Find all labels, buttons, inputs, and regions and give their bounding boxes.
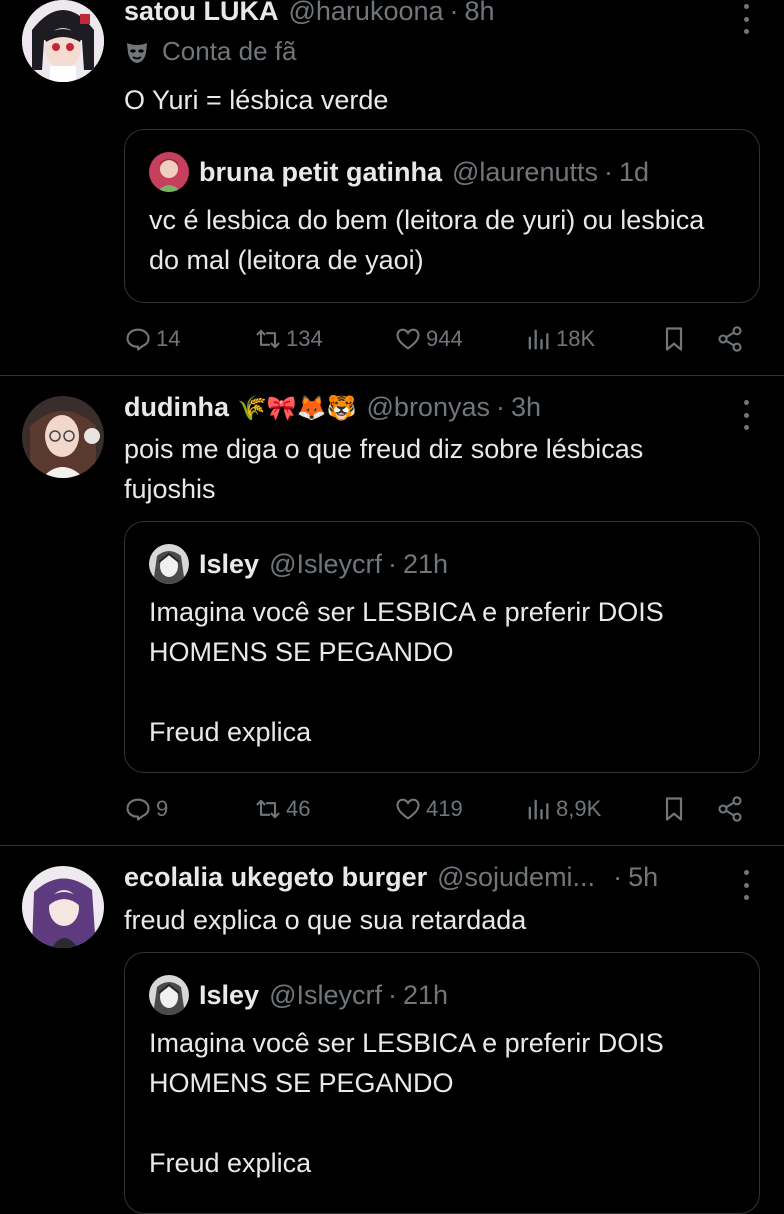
quoted-handle: @laurenutts	[452, 156, 598, 187]
bookmark-icon	[665, 327, 683, 351]
quoted-header: Isley @Isleycrf · 21h	[149, 544, 448, 584]
separator-dot: ·	[495, 392, 505, 422]
quoted-text: vc é lesbica do bem (leitora de yuri) ou…	[149, 205, 705, 275]
avatar[interactable]	[22, 866, 104, 948]
action-bar: 14 134 944 18K	[124, 319, 754, 359]
post-2[interactable]: dudinha 🌾🎀🦊🐯 @bronyas · 3h pois me diga …	[0, 376, 784, 845]
display-name[interactable]: satou LUKA	[124, 0, 279, 27]
quoted-text-line2: Freud explica	[149, 1148, 312, 1178]
repost-button[interactable]: 46	[254, 789, 310, 829]
repost-count: 134	[286, 326, 323, 351]
bookmark-button[interactable]	[660, 319, 688, 359]
separator-dot: ·	[387, 548, 397, 579]
quoted-header: Isley @Isleycrf · 21h	[149, 975, 448, 1015]
quoted-text-line1: Imagina você ser LESBICA e preferir DOIS…	[149, 597, 664, 667]
quoted-handle: @Isleycrf	[269, 979, 382, 1010]
views-icon	[528, 799, 549, 820]
fan-account-badge: Conta de fã	[124, 36, 296, 67]
avatar[interactable]	[22, 396, 104, 478]
views-icon	[528, 329, 549, 350]
quoted-display-name: Isley	[199, 548, 260, 579]
avatar-image	[22, 396, 104, 478]
post-3[interactable]: ecolalia ukegeto burger @sojudemi... · 5…	[0, 846, 784, 1214]
like-button[interactable]: 419	[394, 789, 463, 829]
share-button[interactable]	[716, 789, 744, 829]
user-handle[interactable]: @harukoona	[289, 0, 444, 27]
quoted-post[interactable]: Isley @Isleycrf · 21h Imagina você ser L…	[124, 521, 760, 773]
display-name[interactable]: dudinha	[124, 392, 229, 423]
avatar-image	[22, 866, 104, 948]
repost-button[interactable]: 134	[254, 319, 323, 359]
reply-icon	[126, 328, 150, 351]
post-header: satou LUKA @harukoona · 8h	[124, 0, 724, 32]
name-emoji: 🌾🎀🦊🐯	[236, 395, 357, 422]
post-text: freud explica o que sua retardada	[124, 905, 527, 935]
quoted-avatar	[149, 544, 189, 584]
share-icon	[718, 326, 742, 352]
separator-dot: ·	[603, 156, 613, 187]
like-count: 419	[426, 796, 463, 821]
reply-count: 9	[156, 796, 169, 821]
more-options-icon[interactable]	[742, 400, 750, 430]
heart-icon	[396, 328, 420, 350]
more-options-icon[interactable]	[742, 4, 750, 34]
action-bar: 9 46 419 8,9K	[124, 789, 754, 829]
timestamp[interactable]: 3h	[511, 392, 541, 423]
separator-dot: ·	[387, 979, 397, 1010]
avatar-image	[22, 0, 104, 82]
views-button[interactable]: 18K	[524, 319, 595, 359]
separator-dot: ·	[449, 0, 459, 26]
display-name[interactable]: ecolalia ukegeto burger	[124, 862, 427, 893]
views-button[interactable]: 8,9K	[524, 789, 601, 829]
like-count: 944	[426, 326, 463, 351]
quoted-display-name: Isley	[199, 979, 260, 1010]
quoted-display-name: bruna petit gatinha	[199, 156, 442, 187]
share-icon	[718, 796, 742, 822]
quoted-text-line2: Freud explica	[149, 717, 312, 747]
post-header: ecolalia ukegeto burger @sojudemi... · 5…	[124, 862, 724, 898]
reply-count: 14	[156, 326, 181, 351]
quoted-handle: @Isleycrf	[269, 548, 382, 579]
repost-icon	[256, 329, 280, 349]
post-header: dudinha 🌾🎀🦊🐯 @bronyas · 3h	[124, 392, 724, 428]
post-text: O Yuri = lésbica verde	[124, 85, 389, 115]
quoted-avatar	[149, 975, 189, 1015]
quoted-timestamp: 1d	[618, 156, 650, 187]
heart-icon	[396, 798, 420, 820]
repost-count: 46	[286, 796, 311, 821]
quoted-timestamp: 21h	[402, 979, 449, 1010]
repost-icon	[256, 799, 280, 819]
separator-dot: ·	[613, 862, 623, 892]
share-button[interactable]	[716, 319, 744, 359]
user-handle[interactable]: @sojudemi...	[437, 862, 595, 893]
bookmark-icon	[665, 797, 683, 821]
bookmark-button[interactable]	[660, 789, 688, 829]
quoted-header: bruna petit gatinha @laurenutts · 1d	[149, 152, 649, 192]
like-button[interactable]: 944	[394, 319, 463, 359]
reply-icon	[126, 798, 150, 821]
views-count: 18K	[556, 326, 596, 351]
reply-button[interactable]: 14	[124, 319, 180, 359]
quoted-avatar	[149, 152, 189, 192]
reply-button[interactable]: 9	[124, 789, 168, 829]
mask-icon	[127, 42, 147, 63]
quoted-text-line1: Imagina você ser LESBICA e preferir DOIS…	[149, 1028, 664, 1098]
post-text: pois me diga o que freud diz sobre lésbi…	[124, 434, 644, 504]
views-count: 8,9K	[556, 796, 602, 821]
avatar[interactable]	[22, 0, 104, 82]
quoted-post[interactable]: bruna petit gatinha @laurenutts · 1d vc …	[124, 129, 760, 303]
timestamp[interactable]: 5h	[628, 862, 658, 893]
post-1[interactable]: satou LUKA @harukoona · 8h Conta de fã O…	[0, 0, 784, 375]
user-handle[interactable]: @bronyas	[367, 392, 490, 423]
fan-account-label: Conta de fã	[162, 36, 297, 66]
quoted-post[interactable]: Isley @Isleycrf · 21h Imagina você ser L…	[124, 952, 760, 1214]
timestamp[interactable]: 8h	[465, 0, 495, 27]
quoted-timestamp: 21h	[402, 548, 449, 579]
more-options-icon[interactable]	[742, 870, 750, 900]
